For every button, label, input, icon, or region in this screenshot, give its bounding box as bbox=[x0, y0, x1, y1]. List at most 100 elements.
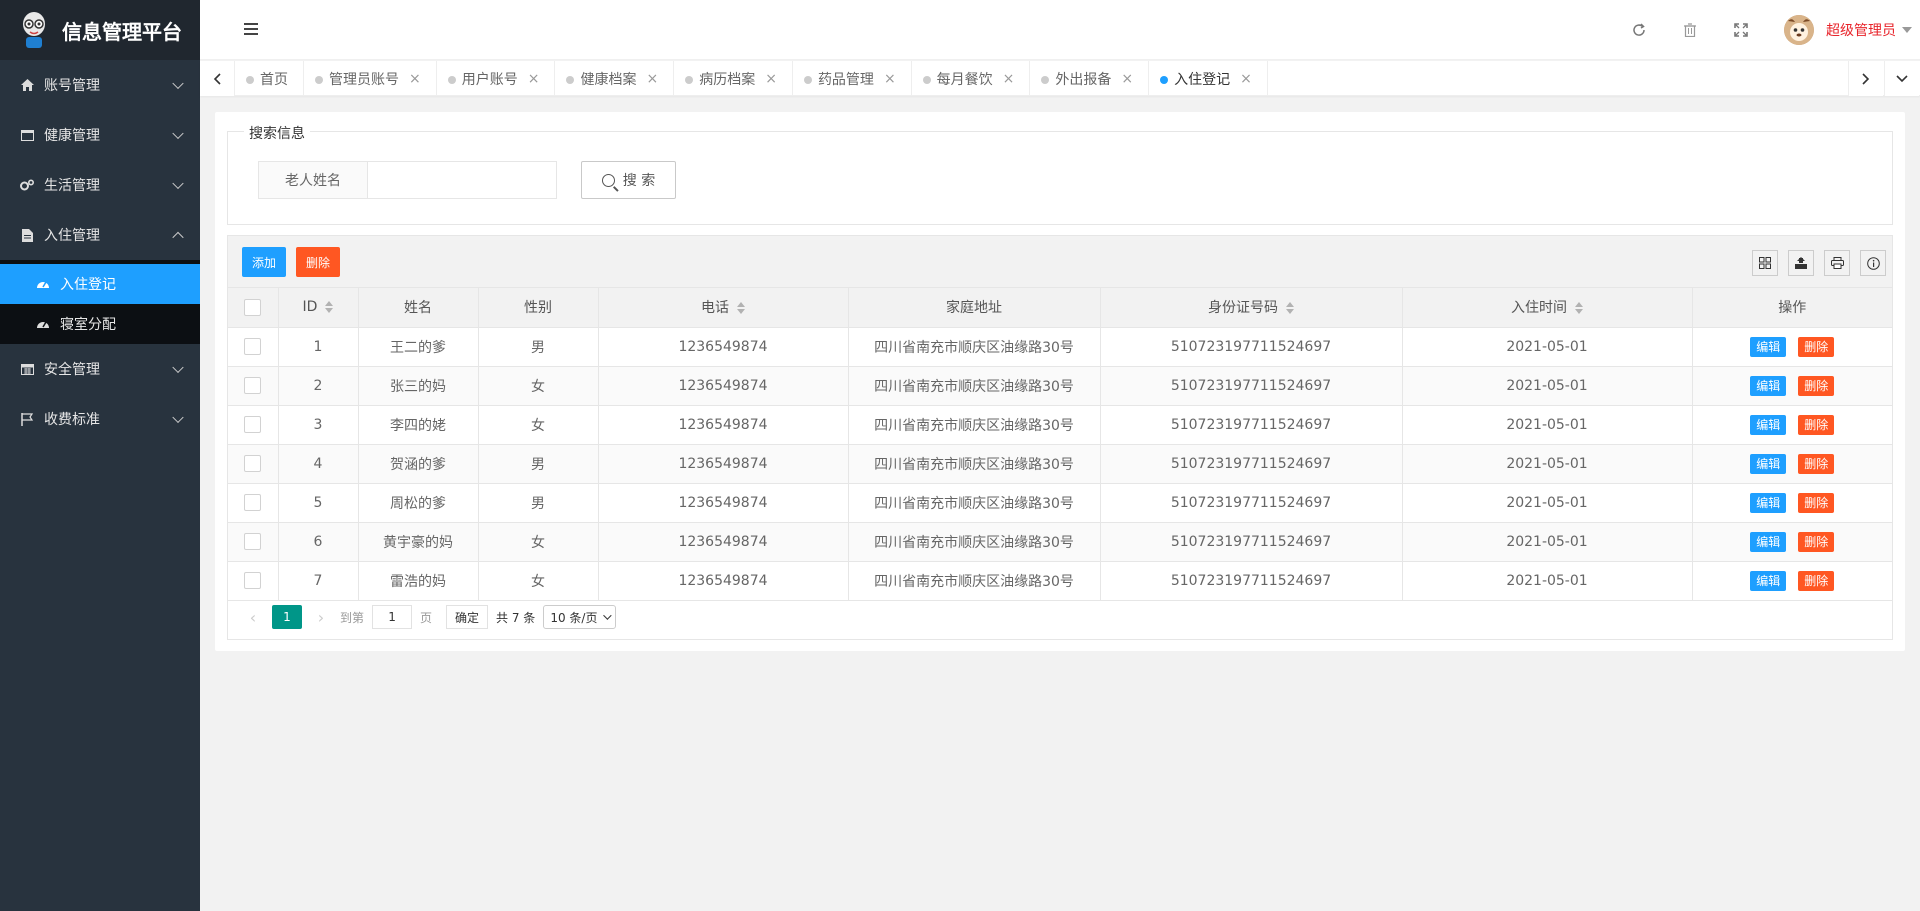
tab-monthly-meals[interactable]: 每月餐饮 × bbox=[912, 61, 1031, 96]
search-button[interactable]: 搜 索 bbox=[581, 161, 676, 199]
cell-gender: 女 bbox=[478, 561, 599, 601]
delete-button[interactable]: 删除 bbox=[1798, 492, 1835, 513]
search-legend: 搜索信息 bbox=[244, 123, 310, 143]
header-actions: 超级管理员 bbox=[1631, 0, 1920, 60]
sidebar-item-checkin[interactable]: 入住管理 bbox=[0, 210, 200, 260]
batch-delete-button[interactable]: 删除 bbox=[296, 247, 340, 277]
sidebar-item-health[interactable]: 健康管理 bbox=[0, 110, 200, 160]
sort-icon[interactable] bbox=[1575, 302, 1583, 315]
tab-medicine[interactable]: 药品管理 × bbox=[793, 61, 912, 96]
delete-button[interactable]: 删除 bbox=[1798, 375, 1835, 396]
cell-name: 周松的爹 bbox=[358, 483, 479, 523]
close-icon[interactable]: × bbox=[1121, 71, 1133, 87]
cell-phone: 1236549874 bbox=[598, 444, 849, 484]
cell-name: 王二的爹 bbox=[358, 327, 479, 367]
goto-confirm-button[interactable]: 确定 bbox=[446, 605, 489, 629]
goto-page-input[interactable]: 1 bbox=[372, 605, 413, 629]
prev-page-icon[interactable]: ‹ bbox=[242, 606, 264, 628]
search-icon bbox=[601, 173, 615, 187]
edit-button[interactable]: 编辑 bbox=[1750, 414, 1787, 435]
row-checkbox[interactable] bbox=[244, 416, 262, 433]
delete-button[interactable]: 删除 bbox=[1798, 414, 1835, 435]
sidebar-subitem-room-assign[interactable]: 寝室分配 bbox=[0, 304, 200, 344]
elder-name-input[interactable] bbox=[367, 161, 557, 199]
tab-health-record[interactable]: 健康档案 × bbox=[555, 61, 675, 96]
col-header-id[interactable]: ID bbox=[278, 288, 359, 328]
tab-checkin-register[interactable]: 入住登记 × bbox=[1149, 61, 1268, 96]
cell-address: 四川省南充市顺庆区油缘路30号 bbox=[848, 561, 1101, 601]
delete-button[interactable]: 删除 bbox=[1798, 531, 1835, 552]
row-checkbox[interactable] bbox=[244, 572, 262, 589]
cell-actions: 编辑 删除 bbox=[1692, 522, 1892, 562]
close-icon[interactable]: × bbox=[528, 71, 540, 87]
columns-filter-icon[interactable] bbox=[1752, 250, 1778, 276]
col-header-label: 电话 bbox=[701, 300, 729, 317]
tab-user-account[interactable]: 用户账号 × bbox=[437, 61, 556, 96]
tab-medical-record[interactable]: 病历档案 × bbox=[674, 61, 793, 96]
add-button[interactable]: 添加 bbox=[242, 247, 286, 277]
tab-label: 入住登记 bbox=[1174, 71, 1231, 88]
fullscreen-icon[interactable] bbox=[1733, 22, 1749, 38]
edit-button[interactable]: 编辑 bbox=[1750, 492, 1787, 513]
row-checkbox[interactable] bbox=[244, 533, 262, 550]
tab-outing-report[interactable]: 外出报备 × bbox=[1030, 61, 1150, 96]
tab-scroll-left-icon[interactable] bbox=[200, 61, 235, 96]
row-checkbox[interactable] bbox=[244, 338, 262, 355]
edit-button[interactable]: 编辑 bbox=[1750, 531, 1787, 552]
avatar[interactable] bbox=[1784, 15, 1814, 45]
close-icon[interactable]: × bbox=[646, 71, 658, 87]
sidebar-item-fees[interactable]: 收费标准 bbox=[0, 394, 200, 444]
trash-icon[interactable] bbox=[1682, 22, 1698, 38]
select-all-checkbox[interactable] bbox=[244, 298, 262, 316]
next-page-icon[interactable]: › bbox=[310, 606, 332, 628]
current-page[interactable]: 1 bbox=[272, 605, 302, 629]
tab-dot-icon bbox=[246, 76, 254, 84]
sidebar-item-life[interactable]: 生活管理 bbox=[0, 160, 200, 210]
sort-icon[interactable] bbox=[325, 301, 334, 314]
tab-menu-chevron-down-icon[interactable] bbox=[1884, 61, 1919, 96]
col-header-date[interactable]: 入住时间 bbox=[1402, 288, 1693, 328]
col-header-phone[interactable]: 电话 bbox=[598, 288, 849, 328]
export-icon[interactable] bbox=[1788, 250, 1814, 276]
delete-button[interactable]: 删除 bbox=[1798, 336, 1835, 357]
sort-icon[interactable] bbox=[1286, 302, 1294, 315]
col-header-actions: 操作 bbox=[1692, 288, 1892, 328]
tab-dot-icon bbox=[315, 76, 323, 84]
cell-name: 张三的妈 bbox=[358, 366, 479, 406]
username[interactable]: 超级管理员 bbox=[1826, 20, 1896, 40]
cell-idcard: 510723197711524697 bbox=[1100, 561, 1403, 601]
menu-toggle-icon[interactable] bbox=[244, 23, 258, 35]
row-checkbox[interactable] bbox=[244, 377, 262, 394]
edit-button[interactable]: 编辑 bbox=[1750, 453, 1787, 474]
tab-scroll-right-icon[interactable] bbox=[1848, 61, 1883, 96]
delete-button[interactable]: 删除 bbox=[1798, 453, 1835, 474]
cell-phone: 1236549874 bbox=[598, 522, 849, 562]
edit-button[interactable]: 编辑 bbox=[1750, 570, 1787, 591]
close-icon[interactable]: × bbox=[1003, 71, 1015, 87]
sidebar-item-security[interactable]: 安全管理 bbox=[0, 344, 200, 394]
close-icon[interactable]: × bbox=[884, 71, 896, 87]
close-icon[interactable]: × bbox=[765, 71, 777, 87]
edit-button[interactable]: 编辑 bbox=[1750, 375, 1787, 396]
cell-name: 雷浩的妈 bbox=[358, 561, 479, 601]
cell-gender: 女 bbox=[478, 522, 599, 562]
row-checkbox[interactable] bbox=[244, 494, 262, 511]
info-icon[interactable] bbox=[1860, 250, 1886, 276]
col-header-idcard[interactable]: 身份证号码 bbox=[1100, 288, 1403, 328]
sidebar-subitem-checkin-register[interactable]: 入住登记 bbox=[0, 264, 200, 304]
page-size-select[interactable]: 10 条/页 bbox=[543, 605, 617, 629]
sort-icon[interactable] bbox=[737, 302, 745, 315]
tab-dot-icon bbox=[1160, 76, 1169, 84]
close-icon[interactable]: × bbox=[1240, 71, 1252, 87]
caret-down-icon[interactable] bbox=[1902, 27, 1912, 33]
edit-button[interactable]: 编辑 bbox=[1750, 336, 1787, 357]
delete-button[interactable]: 删除 bbox=[1798, 570, 1835, 591]
refresh-icon[interactable] bbox=[1631, 22, 1647, 38]
tab-admin-account[interactable]: 管理员账号 × bbox=[304, 61, 437, 96]
close-icon[interactable]: × bbox=[409, 71, 421, 87]
row-checkbox[interactable] bbox=[244, 455, 262, 472]
print-icon[interactable] bbox=[1824, 250, 1850, 276]
sidebar-item-account[interactable]: 账号管理 bbox=[0, 60, 200, 110]
tab-home[interactable]: 首页 bbox=[235, 61, 304, 96]
cell-id: 7 bbox=[278, 561, 359, 601]
